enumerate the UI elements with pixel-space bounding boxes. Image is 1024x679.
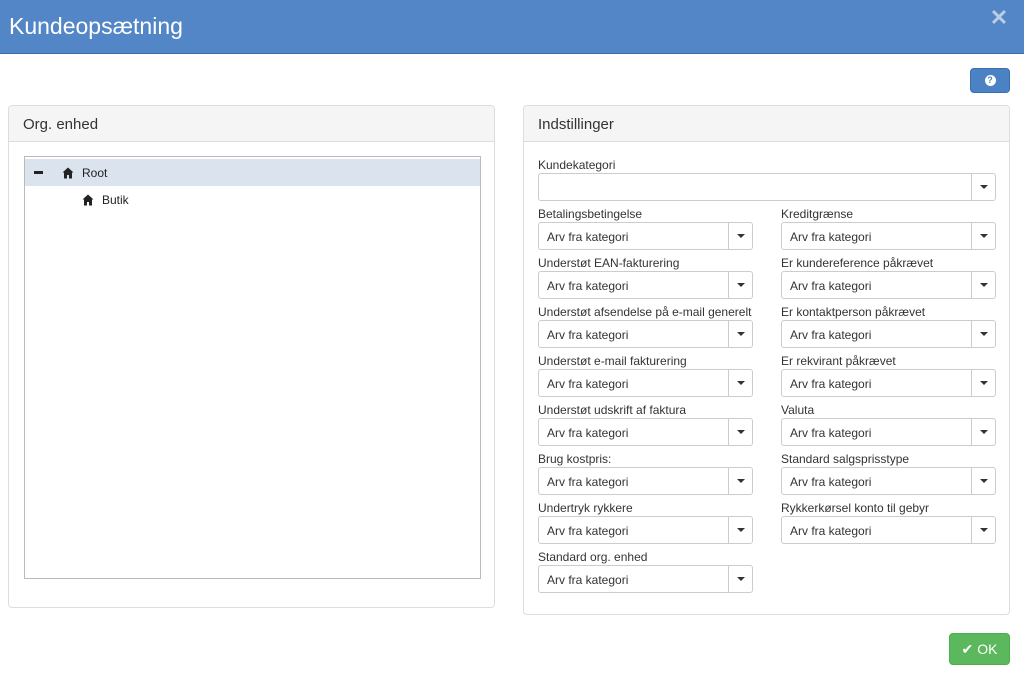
select-value: Arv fra kategori bbox=[790, 279, 872, 293]
chevron-down-icon[interactable] bbox=[971, 321, 995, 347]
chevron-down-icon[interactable] bbox=[971, 468, 995, 494]
chevron-down-icon[interactable] bbox=[728, 272, 752, 298]
select-value: Arv fra kategori bbox=[790, 230, 872, 244]
field-label: Understøt EAN-fakturering bbox=[538, 256, 680, 270]
standard-org-enhed-select[interactable]: Arv fra kategori bbox=[538, 565, 753, 593]
chevron-down-icon[interactable] bbox=[971, 223, 995, 249]
chevron-down-icon[interactable] bbox=[728, 223, 752, 249]
field-label: Er rekvirant påkrævet bbox=[781, 354, 896, 368]
kundekategori-select[interactable] bbox=[538, 173, 996, 201]
select-value: Arv fra kategori bbox=[790, 524, 872, 538]
field-label: Er kontaktperson påkrævet bbox=[781, 305, 926, 319]
question-icon: ? bbox=[984, 75, 996, 86]
undertryk-rykkere-select[interactable]: Arv fra kategori bbox=[538, 516, 753, 544]
salgsprisstype-select[interactable]: Arv fra kategori bbox=[781, 467, 996, 495]
chevron-down-icon[interactable] bbox=[971, 419, 995, 445]
collapse-icon[interactable] bbox=[34, 171, 43, 174]
field-label: Kreditgrænse bbox=[781, 207, 854, 221]
rykkerkoersel-konto-select[interactable]: Arv fra kategori bbox=[781, 516, 996, 544]
chevron-down-icon[interactable] bbox=[728, 321, 752, 347]
select-value: Arv fra kategori bbox=[547, 377, 629, 391]
dialog-titlebar: Kundeopsætning ✕ bbox=[0, 0, 1024, 54]
chevron-down-icon[interactable] bbox=[971, 174, 995, 200]
tree-node-label: Butik bbox=[102, 192, 129, 207]
brug-kostpris-select[interactable]: Arv fra kategori bbox=[538, 467, 753, 495]
email-fakturering-select[interactable]: Arv fra kategori bbox=[538, 369, 753, 397]
select-value: Arv fra kategori bbox=[547, 426, 629, 440]
org-tree: Root Butik bbox=[24, 156, 481, 579]
select-value: Arv fra kategori bbox=[790, 377, 872, 391]
kontaktperson-select[interactable]: Arv fra kategori bbox=[781, 320, 996, 348]
field-label: Undertryk rykkere bbox=[538, 501, 633, 515]
kreditgraense-select[interactable]: Arv fra kategori bbox=[781, 222, 996, 250]
select-value: Arv fra kategori bbox=[547, 573, 629, 587]
select-value: Arv fra kategori bbox=[790, 475, 872, 489]
udskrift-faktura-select[interactable]: Arv fra kategori bbox=[538, 418, 753, 446]
email-generelt-select[interactable]: Arv fra kategori bbox=[538, 320, 753, 348]
settings-heading: Indstillinger bbox=[524, 106, 1009, 142]
check-icon: ✔ bbox=[961, 640, 974, 657]
field-label: Standard salgsprisstype bbox=[781, 452, 910, 466]
help-button[interactable]: ? bbox=[970, 68, 1010, 93]
field-label: Betalingsbetingelse bbox=[538, 207, 643, 221]
chevron-down-icon[interactable] bbox=[728, 419, 752, 445]
org-unit-panel: Org. enhed Root Butik bbox=[8, 105, 495, 608]
chevron-down-icon[interactable] bbox=[971, 370, 995, 396]
select-value: Arv fra kategori bbox=[547, 328, 629, 342]
select-value: Arv fra kategori bbox=[547, 524, 629, 538]
field-label: Understøt udskrift af faktura bbox=[538, 403, 687, 417]
valuta-select[interactable]: Arv fra kategori bbox=[781, 418, 996, 446]
ok-button[interactable]: ✔ OK bbox=[949, 633, 1010, 665]
kundekategori-label: Kundekategori bbox=[538, 158, 616, 172]
select-value: Arv fra kategori bbox=[790, 328, 872, 342]
chevron-down-icon[interactable] bbox=[728, 566, 752, 592]
field-label: Understøt afsendelse på e-mail generelt bbox=[538, 305, 752, 319]
select-value: Arv fra kategori bbox=[547, 279, 629, 293]
field-label: Understøt e-mail fakturering bbox=[538, 354, 687, 368]
field-label: Brug kostpris: bbox=[538, 452, 612, 466]
tree-node-label: Root bbox=[82, 165, 108, 180]
kundereference-select[interactable]: Arv fra kategori bbox=[781, 271, 996, 299]
home-icon bbox=[62, 167, 74, 178]
select-value: Arv fra kategori bbox=[547, 475, 629, 489]
select-value: Arv fra kategori bbox=[547, 230, 629, 244]
settings-panel: Indstillinger Kundekategori Betalingsbet… bbox=[523, 105, 1010, 615]
chevron-down-icon[interactable] bbox=[728, 517, 752, 543]
chevron-down-icon[interactable] bbox=[971, 517, 995, 543]
home-icon bbox=[82, 194, 94, 205]
field-label: Er kundereference påkrævet bbox=[781, 256, 934, 270]
field-label: Standard org. enhed bbox=[538, 550, 648, 564]
field-label: Rykkerkørsel konto til gebyr bbox=[781, 501, 930, 515]
chevron-down-icon[interactable] bbox=[728, 468, 752, 494]
chevron-down-icon[interactable] bbox=[971, 272, 995, 298]
org-unit-heading: Org. enhed bbox=[9, 106, 494, 142]
rekvirant-select[interactable]: Arv fra kategori bbox=[781, 369, 996, 397]
select-value: Arv fra kategori bbox=[790, 426, 872, 440]
ean-fakturering-select[interactable]: Arv fra kategori bbox=[538, 271, 753, 299]
tree-node-root[interactable]: Root bbox=[25, 159, 480, 186]
betalingsbetingelse-select[interactable]: Arv fra kategori bbox=[538, 222, 753, 250]
dialog-title: Kundeopsætning bbox=[9, 13, 183, 39]
close-icon[interactable]: ✕ bbox=[988, 7, 1010, 30]
field-label: Valuta bbox=[781, 403, 815, 417]
tree-node-butik[interactable]: Butik bbox=[25, 186, 480, 213]
chevron-down-icon[interactable] bbox=[728, 370, 752, 396]
ok-label: OK bbox=[977, 641, 998, 657]
